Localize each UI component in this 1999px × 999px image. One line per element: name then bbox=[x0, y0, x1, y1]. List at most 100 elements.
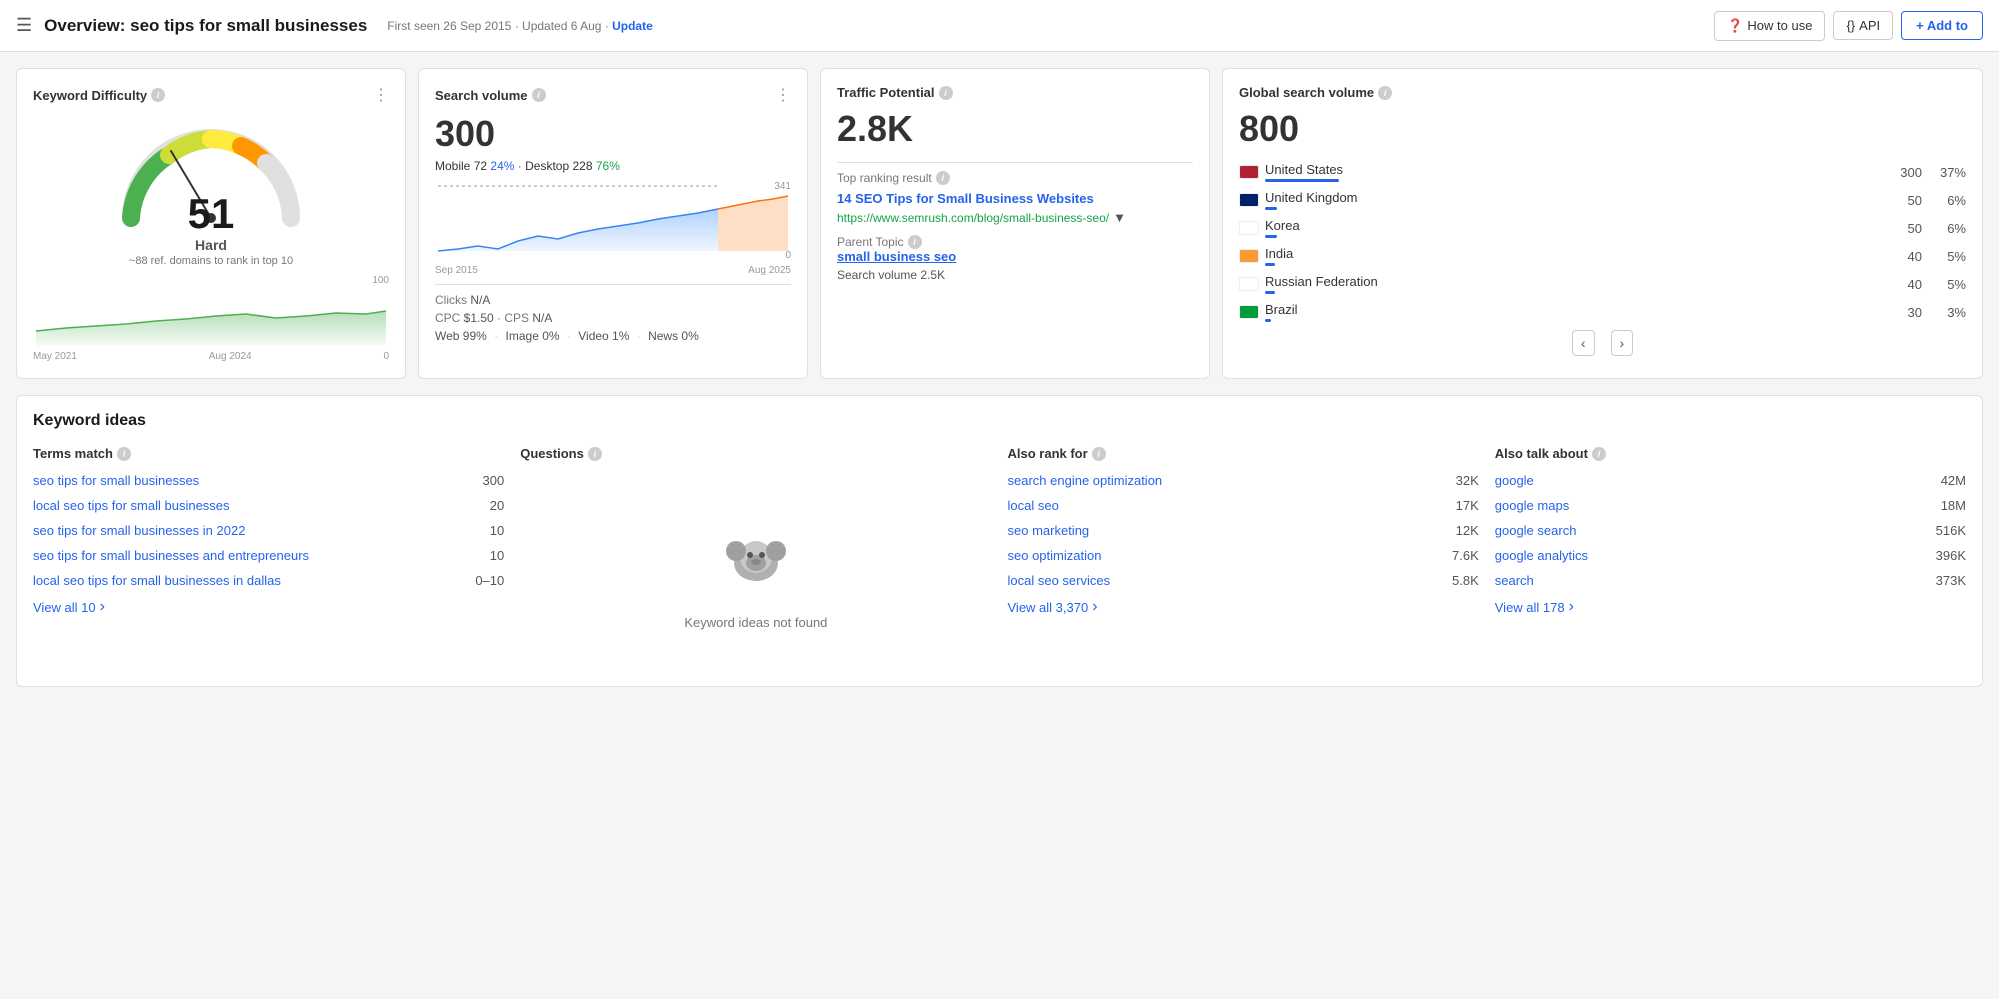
kd-dots-menu[interactable]: ⋮ bbox=[373, 85, 389, 105]
also-rank-for-val: 5.8K bbox=[1452, 573, 1479, 588]
tp-top-ranking-label: Top ranking result i bbox=[837, 171, 1193, 185]
list-item: local seo tips for small businesses20 bbox=[33, 498, 504, 513]
terms-match-link[interactable]: seo tips for small businesses in 2022 bbox=[33, 523, 482, 538]
gsv-country-val: 300 bbox=[1900, 165, 1922, 180]
gsv-bar bbox=[1265, 263, 1275, 266]
tp-value: 2.8K bbox=[837, 108, 1193, 150]
flag-kr bbox=[1239, 221, 1259, 235]
also-talk-about-val: 516K bbox=[1936, 523, 1966, 538]
flag-ru bbox=[1239, 277, 1259, 291]
sv-desktop-pct: 76% bbox=[596, 159, 620, 173]
kd-score: 51 bbox=[129, 193, 293, 235]
update-link[interactable]: Update bbox=[612, 19, 653, 33]
gsv-country-pct: 3% bbox=[1936, 305, 1966, 320]
kd-sparkline: 100 May 2021 Aug 2024 0 bbox=[33, 275, 389, 362]
sv-clicks-row: Clicks N/A bbox=[435, 293, 791, 307]
global-search-volume-card: Global search volume i 800 United States… bbox=[1222, 68, 1983, 379]
also-rank-for-val: 17K bbox=[1456, 498, 1479, 513]
tp-info-icon[interactable]: i bbox=[939, 86, 953, 100]
gsv-country-pct: 37% bbox=[1936, 165, 1966, 180]
list-item: local seo services 5.8K bbox=[1008, 573, 1479, 588]
gsv-country-val: 30 bbox=[1908, 305, 1922, 320]
also-rank-for-link[interactable]: search engine optimization bbox=[1008, 473, 1448, 488]
api-icon: {} bbox=[1846, 18, 1855, 33]
gsv-bar bbox=[1265, 235, 1277, 238]
terms-match-link[interactable]: local seo tips for small businesses bbox=[33, 498, 482, 513]
terms-match-link[interactable]: local seo tips for small businesses in d… bbox=[33, 573, 467, 588]
gsv-country-pct: 5% bbox=[1936, 277, 1966, 292]
also-rank-for-val: 32K bbox=[1456, 473, 1479, 488]
questions-empty-text: Keyword ideas not found bbox=[684, 615, 827, 630]
api-button[interactable]: {} API bbox=[1833, 11, 1893, 40]
also-rank-for-info[interactable]: i bbox=[1092, 447, 1106, 461]
tp-parent-topic-link[interactable]: small business seo bbox=[837, 249, 956, 264]
also-rank-for-link[interactable]: seo optimization bbox=[1008, 548, 1445, 563]
also-talk-about-link[interactable]: google maps bbox=[1495, 498, 1933, 513]
terms-match-info[interactable]: i bbox=[117, 447, 131, 461]
search-volume-card: Search volume i ⋮ 300 Mobile 72 24% · De… bbox=[418, 68, 808, 379]
sv-chart-svg bbox=[435, 181, 791, 261]
kd-title: Keyword Difficulty i bbox=[33, 88, 165, 103]
how-to-use-button[interactable]: ❓ How to use bbox=[1714, 11, 1825, 41]
sv-mobile-label: Mobile 72 bbox=[435, 159, 487, 173]
also-rank-for-link[interactable]: local seo services bbox=[1008, 573, 1445, 588]
also-talk-about-link[interactable]: google search bbox=[1495, 523, 1928, 538]
gsv-country-row: United States30037% bbox=[1239, 162, 1966, 182]
gsv-country-name: Korea bbox=[1265, 218, 1902, 233]
gsv-country-val: 40 bbox=[1908, 277, 1922, 292]
tp-divider bbox=[837, 162, 1193, 163]
flag-in bbox=[1239, 249, 1259, 263]
also-rank-for-link[interactable]: seo marketing bbox=[1008, 523, 1448, 538]
list-item: seo tips for small businesses and entrep… bbox=[33, 548, 504, 563]
sv-value: 300 bbox=[435, 113, 791, 155]
sv-breakdown: Mobile 72 24% · Desktop 228 76% bbox=[435, 159, 791, 173]
question-icon: ❓ bbox=[1727, 18, 1743, 34]
gsv-prev-button[interactable]: ‹ bbox=[1572, 330, 1595, 356]
terms-match-val: 10 bbox=[490, 523, 504, 538]
kd-info-icon[interactable]: i bbox=[151, 88, 165, 102]
also-talk-about-val: 18M bbox=[1941, 498, 1966, 513]
tp-parent-info[interactable]: i bbox=[908, 235, 922, 249]
questions-col: Questions i bbox=[520, 446, 991, 670]
sv-cpc-row: CPC $1.50 · CPS N/A bbox=[435, 311, 791, 325]
add-to-button[interactable]: + Add to bbox=[1901, 11, 1983, 40]
also-talk-about-link[interactable]: google bbox=[1495, 473, 1933, 488]
keyword-difficulty-card: Keyword Difficulty i ⋮ bbox=[16, 68, 406, 379]
sparkline-start-date: May 2021 bbox=[33, 351, 77, 362]
also-talk-about-link[interactable]: google analytics bbox=[1495, 548, 1928, 563]
also-rank-for-link[interactable]: local seo bbox=[1008, 498, 1448, 513]
also-talk-about-view-all[interactable]: View all 178 › bbox=[1495, 598, 1966, 616]
also-talk-about-link[interactable]: search bbox=[1495, 573, 1928, 588]
gsv-next-button[interactable]: › bbox=[1611, 330, 1634, 356]
questions-info[interactable]: i bbox=[588, 447, 602, 461]
terms-match-link[interactable]: seo tips for small businesses and entrep… bbox=[33, 548, 482, 563]
also-talk-about-info[interactable]: i bbox=[1592, 447, 1606, 461]
gsv-info-icon[interactable]: i bbox=[1378, 86, 1392, 100]
terms-match-link[interactable]: seo tips for small businesses bbox=[33, 473, 475, 488]
also-rank-for-view-all[interactable]: View all 3,370 › bbox=[1008, 598, 1479, 616]
gsv-country-val: 50 bbox=[1908, 221, 1922, 236]
list-item: google search 516K bbox=[1495, 523, 1966, 538]
terms-match-val: 10 bbox=[490, 548, 504, 563]
list-item: seo marketing12K bbox=[1008, 523, 1479, 538]
tp-top-ranking-link[interactable]: 14 SEO Tips for Small Business Websites bbox=[837, 191, 1094, 206]
also-talk-about-items: google42Mgoogle maps18Mgoogle search516K… bbox=[1495, 473, 1966, 588]
terms-match-view-all[interactable]: View all 10 › bbox=[33, 598, 504, 616]
list-item: seo tips for small businesses300 bbox=[33, 473, 504, 488]
terms-match-val: 0–10 bbox=[475, 573, 504, 588]
cards-row: Keyword Difficulty i ⋮ bbox=[16, 68, 1983, 379]
tp-ranking-url[interactable]: https://www.semrush.com/blog/small-busin… bbox=[837, 211, 1109, 225]
tp-url-dropdown[interactable]: ▼ bbox=[1113, 210, 1126, 225]
sv-dots-menu[interactable]: ⋮ bbox=[775, 85, 791, 105]
empty-koala-icon bbox=[716, 513, 796, 607]
gsv-countries-list: United States30037%United Kingdom506%Kor… bbox=[1239, 162, 1966, 322]
tp-top-ranking-info[interactable]: i bbox=[936, 171, 950, 185]
kd-label: Hard bbox=[129, 237, 293, 253]
menu-icon[interactable]: ☰ bbox=[16, 15, 32, 36]
main-content: Keyword Difficulty i ⋮ bbox=[0, 52, 1999, 703]
list-item: google maps 18M bbox=[1495, 498, 1966, 513]
keyword-ideas-grid: Terms match i seo tips for small busines… bbox=[33, 446, 1966, 670]
sv-info-icon[interactable]: i bbox=[532, 88, 546, 102]
tp-parent-topic-label: Parent Topic i bbox=[837, 235, 1193, 249]
sv-mobile-pct: 24% bbox=[490, 159, 514, 173]
